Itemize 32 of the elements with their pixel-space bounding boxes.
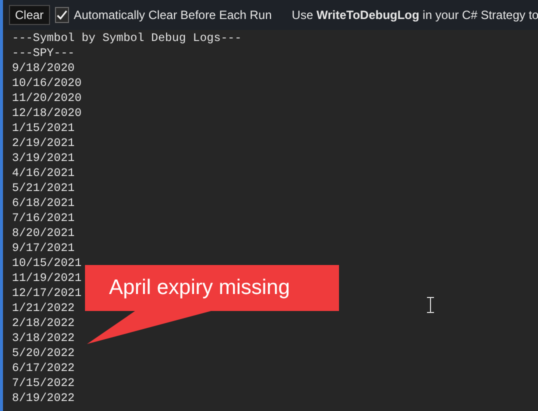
- log-line: 9/18/2020: [12, 61, 75, 76]
- log-line: 12/18/2020: [12, 106, 82, 121]
- log-line: 11/20/2020: [12, 91, 82, 106]
- log-line: 12/17/2021: [12, 286, 82, 301]
- checkmark-icon: [56, 9, 68, 21]
- log-line: ---Symbol by Symbol Debug Logs---: [12, 31, 242, 46]
- clear-button[interactable]: Clear: [9, 5, 50, 25]
- log-line: 5/20/2022: [12, 346, 75, 361]
- log-line: 9/17/2021: [12, 241, 75, 256]
- hint-text: Use WriteToDebugLog in your C# Strategy to: [292, 7, 538, 24]
- log-line: 3/18/2022: [12, 331, 75, 346]
- log-line: 8/19/2022: [12, 391, 75, 406]
- log-line: 5/21/2021: [12, 181, 75, 196]
- log-line: 6/17/2022: [12, 361, 75, 376]
- log-line: 7/16/2021: [12, 211, 75, 226]
- log-line: 1/15/2021: [12, 121, 75, 136]
- log-line: 10/16/2020: [12, 76, 82, 91]
- checkbox-label: Automatically Clear Before Each Run: [74, 7, 272, 24]
- text-cursor-icon: [427, 297, 434, 313]
- log-line: 4/16/2021: [12, 166, 75, 181]
- log-line: 3/19/2021: [12, 151, 75, 166]
- log-line: 6/18/2021: [12, 196, 75, 211]
- log-line: 8/20/2021: [12, 226, 75, 241]
- log-line: 1/21/2022: [12, 301, 75, 316]
- log-line: 10/15/2021: [12, 256, 82, 271]
- callout-text: April expiry missing: [109, 275, 290, 301]
- log-line: 2/19/2021: [12, 136, 75, 151]
- log-line: 7/15/2022: [12, 376, 75, 391]
- log-line: 2/18/2022: [12, 316, 75, 331]
- checkbox[interactable]: [54, 7, 69, 23]
- log-line: ---SPY---: [12, 46, 75, 61]
- log-line: 11/19/2021: [12, 271, 82, 286]
